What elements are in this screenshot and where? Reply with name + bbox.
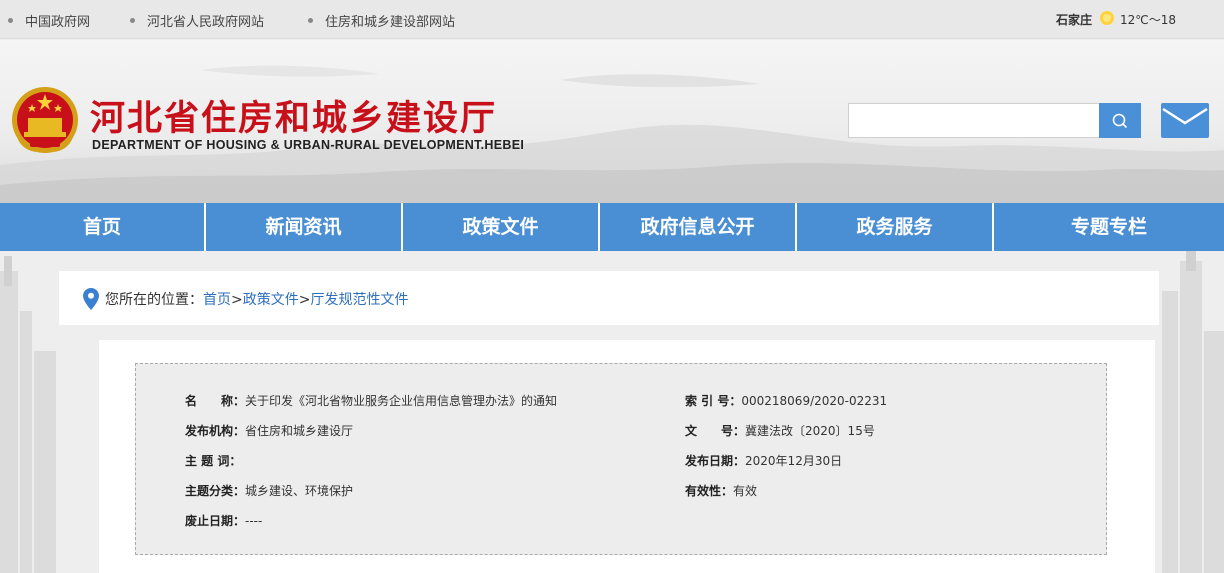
nav-gov-info[interactable]: 政府信息公开 xyxy=(600,203,797,251)
link-mohurd[interactable]: 住房和城乡建设部网站 xyxy=(308,11,455,30)
nav-services[interactable]: 政务服务 xyxy=(797,203,994,251)
link-label: 住房和城乡建设部网站 xyxy=(325,15,456,30)
bullet-icon xyxy=(308,18,313,23)
meta-keywords: 主 题 词： xyxy=(185,452,241,469)
meta-date: 发布日期：2020年12月30日 xyxy=(685,452,842,469)
location-pin-icon xyxy=(83,288,99,310)
bullet-icon xyxy=(130,18,135,23)
search-icon xyxy=(1112,113,1128,128)
link-hebei-gov[interactable]: 河北省人民政府网站 xyxy=(130,11,264,30)
breadcrumb: 您所在的位置：首页>政策文件>厅发规范性文件 xyxy=(59,271,1159,325)
document-metadata: 名 称：关于印发《河北省物业服务企业信用信息管理办法》的通知 索 引 号：000… xyxy=(135,363,1107,555)
meta-label: 主 题 词： xyxy=(185,454,242,468)
breadcrumb-policy[interactable]: 政策文件 xyxy=(243,292,299,308)
bullet-icon xyxy=(8,18,13,23)
meta-value: 城乡建设、环境保护 xyxy=(245,484,354,498)
national-emblem-icon xyxy=(12,87,78,153)
meta-value: 冀建法改〔2020〕15号 xyxy=(745,424,875,438)
meta-category: 主题分类：城乡建设、环境保护 xyxy=(185,482,353,499)
weather-widget: 石家庄 12℃～18 xyxy=(1056,10,1177,28)
meta-value: 关于印发《河北省物业服务企业信用信息管理办法》的通知 xyxy=(245,394,558,408)
content-panel: 名 称：关于印发《河北省物业服务企业信用信息管理办法》的通知 索 引 号：000… xyxy=(99,340,1155,573)
sun-icon xyxy=(1100,10,1115,25)
meta-value: 省住房和城乡建设厅 xyxy=(245,424,354,438)
nav-home[interactable]: 首页 xyxy=(0,203,206,251)
main-nav: 首页 新闻资讯 政策文件 政府信息公开 政务服务 专题专栏 xyxy=(0,203,1224,251)
meta-label: 有效性： xyxy=(685,484,734,498)
meta-value: ---- xyxy=(245,514,263,528)
search-button[interactable] xyxy=(1099,103,1141,138)
breadcrumb-separator: > xyxy=(298,292,311,308)
meta-label: 发布日期： xyxy=(685,454,746,468)
breadcrumb-home[interactable]: 首页 xyxy=(203,292,231,308)
meta-label: 索 引 号： xyxy=(685,394,742,408)
breadcrumb-current[interactable]: 厅发规范性文件 xyxy=(310,292,408,308)
site-header: 河北省住房和城乡建设厅 DEPARTMENT OF HOUSING & URBA… xyxy=(0,40,1224,203)
meta-validity: 有效性：有效 xyxy=(685,482,757,499)
site-title: 河北省住房和城乡建设厅 xyxy=(90,98,498,139)
meta-label: 文 号： xyxy=(685,424,746,438)
weather-temp: 12℃～18 xyxy=(1120,13,1177,27)
link-gov-cn[interactable]: 中国政府网 xyxy=(8,11,90,30)
link-label: 河北省人民政府网站 xyxy=(147,15,265,30)
meta-label: 名 称： xyxy=(185,394,246,408)
nav-policy[interactable]: 政策文件 xyxy=(403,203,600,251)
mail-button[interactable] xyxy=(1161,103,1209,138)
meta-value: 000218069/2020-02231 xyxy=(741,394,888,408)
meta-label: 主题分类： xyxy=(185,484,246,498)
breadcrumb-text: 您所在的位置：首页>政策文件>厅发规范性文件 xyxy=(105,289,408,309)
breadcrumb-separator: > xyxy=(231,292,243,308)
meta-name: 名 称：关于印发《河北省物业服务企业信用信息管理办法》的通知 xyxy=(185,392,557,409)
meta-label: 发布机构： xyxy=(185,424,246,438)
site-subtitle: DEPARTMENT OF HOUSING & URBAN-RURAL DEVE… xyxy=(92,138,525,152)
meta-value: 2020年12月30日 xyxy=(745,454,843,468)
weather-city: 石家庄 xyxy=(1056,13,1093,27)
meta-org: 发布机构：省住房和城乡建设厅 xyxy=(185,422,353,439)
meta-index: 索 引 号：000218069/2020-02231 xyxy=(685,392,887,409)
mail-icon xyxy=(1162,105,1208,136)
breadcrumb-prefix: 您所在的位置： xyxy=(105,292,203,308)
meta-docno: 文 号：冀建法改〔2020〕15号 xyxy=(685,422,875,439)
link-label: 中国政府网 xyxy=(25,15,91,30)
meta-expire: 废止日期：---- xyxy=(185,512,262,529)
nav-news[interactable]: 新闻资讯 xyxy=(206,203,403,251)
nav-topics[interactable]: 专题专栏 xyxy=(994,203,1224,251)
search-input[interactable] xyxy=(848,103,1100,138)
meta-label: 废止日期： xyxy=(185,514,246,528)
top-bar: 中国政府网 河北省人民政府网站 住房和城乡建设部网站 石家庄 12℃～18 xyxy=(0,0,1224,39)
meta-value: 有效 xyxy=(733,484,758,498)
